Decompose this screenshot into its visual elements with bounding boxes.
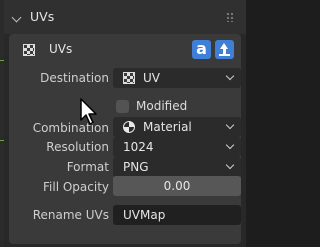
uvs-panel: UVs UVs a Destination UV Modified Combin… xyxy=(4,0,246,247)
fill-opacity-value: 0.00 xyxy=(163,179,191,193)
upload-button[interactable] xyxy=(215,40,234,59)
chevron-down-icon xyxy=(225,140,235,150)
card-header: UVs a xyxy=(9,34,241,65)
checker-icon xyxy=(123,72,135,84)
resolution-dropdown[interactable]: 1024 xyxy=(113,137,241,157)
modified-label[interactable]: Modified xyxy=(136,99,187,113)
destination-dropdown[interactable]: UV xyxy=(113,68,241,88)
panel-header[interactable]: UVs xyxy=(4,0,246,34)
material-icon xyxy=(123,121,135,133)
chevron-down-icon xyxy=(225,120,235,130)
format-label: Format xyxy=(66,160,109,174)
chevron-down-icon xyxy=(225,160,235,170)
panel-title: UVs xyxy=(30,9,55,24)
destination-value: UV xyxy=(143,71,160,85)
destination-label: Destination xyxy=(40,71,109,85)
chevron-down-icon[interactable] xyxy=(11,12,22,23)
upload-icon xyxy=(219,54,230,56)
drag-handle-icon[interactable] xyxy=(226,12,234,22)
fill-opacity-slider[interactable]: 0.00 xyxy=(113,176,241,196)
combination-value: Material xyxy=(143,120,192,134)
checker-icon xyxy=(23,44,35,56)
combination-dropdown[interactable]: Material xyxy=(113,117,241,137)
text-a-button[interactable]: a xyxy=(192,40,211,59)
rename-uvs-input[interactable]: UVMap xyxy=(113,205,241,225)
fill-opacity-label: Fill Opacity xyxy=(43,180,109,194)
mouse-cursor-icon xyxy=(80,98,97,125)
format-value: PNG xyxy=(123,160,149,174)
format-dropdown[interactable]: PNG xyxy=(113,157,241,177)
resolution-label: Resolution xyxy=(46,140,109,154)
modified-checkbox[interactable] xyxy=(116,100,129,113)
card-title: UVs xyxy=(49,42,73,56)
resolution-value: 1024 xyxy=(123,140,154,154)
rename-uvs-value: UVMap xyxy=(123,208,166,222)
chevron-down-icon xyxy=(225,71,235,81)
rename-uvs-label: Rename UVs xyxy=(32,208,109,222)
uvs-card: UVs a Destination UV Modified Combinatio… xyxy=(9,34,241,244)
